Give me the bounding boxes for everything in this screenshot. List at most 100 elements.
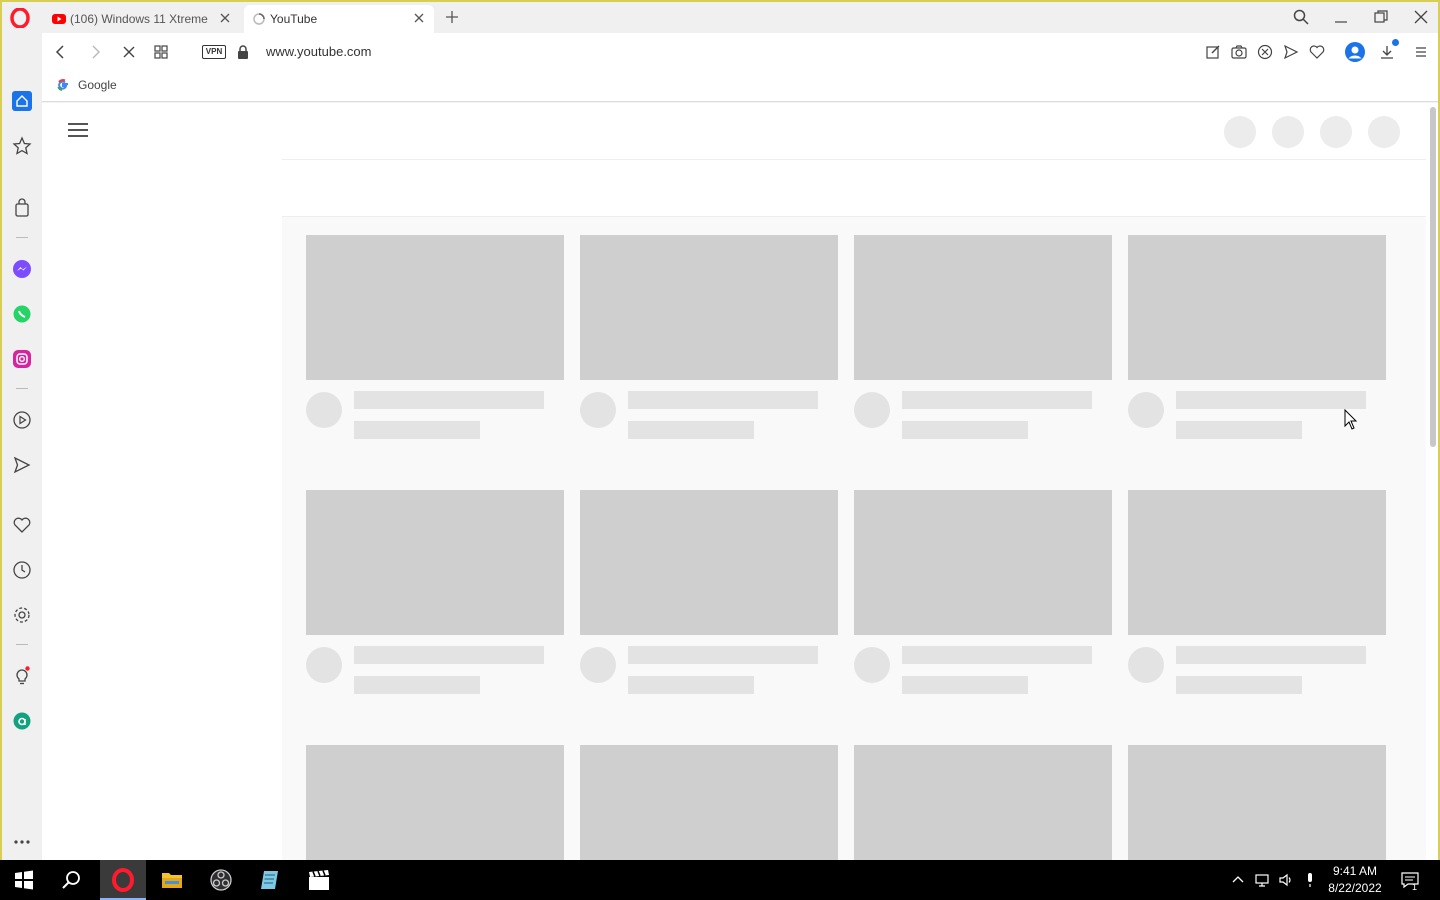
minimize-icon[interactable] <box>1332 8 1350 26</box>
search-icon[interactable] <box>60 868 84 892</box>
skeleton-avatar <box>854 647 890 683</box>
opera-menu-icon[interactable] <box>10 8 30 28</box>
lightbulb-icon[interactable] <box>12 666 32 686</box>
address-bar: VPN www.youtube.com <box>42 33 1438 71</box>
home-icon[interactable] <box>12 91 32 111</box>
messenger-icon[interactable] <box>12 259 32 279</box>
chips-bar-divider <box>282 159 1426 160</box>
skeleton-thumbnail <box>306 745 564 862</box>
edit-icon[interactable] <box>1204 43 1222 61</box>
notification-count: 1 <box>1412 882 1418 892</box>
skeleton-meta <box>1176 676 1302 694</box>
skeleton-thumbnail <box>1128 490 1386 635</box>
skeleton-title <box>354 646 544 664</box>
skeleton-avatar <box>580 647 616 683</box>
star-icon[interactable] <box>12 136 32 156</box>
heart-icon[interactable] <box>12 515 32 535</box>
skeleton-thumbnail <box>854 235 1112 380</box>
shopping-bag-icon[interactable] <box>12 198 32 218</box>
tab-strip: (106) Windows 11 Xtreme YouTube <box>2 2 1438 33</box>
skeleton-thumbnail <box>580 745 838 862</box>
block-icon[interactable] <box>1256 43 1274 61</box>
account-icon[interactable] <box>1344 41 1366 63</box>
bookmark-label: Google <box>78 78 117 92</box>
skeleton-thumbnail <box>306 490 564 635</box>
skeleton-meta <box>354 421 480 439</box>
skeleton-header-button <box>1272 116 1304 148</box>
skeleton-meta <box>902 421 1028 439</box>
tab-close-icon[interactable] <box>412 11 426 25</box>
skeleton-header-button <box>1368 116 1400 148</box>
clapperboard-icon[interactable] <box>307 868 331 892</box>
skeleton-thumbnail <box>1128 745 1386 862</box>
notepad-icon[interactable] <box>258 868 282 892</box>
page-scrollbar[interactable] <box>1430 107 1436 447</box>
player-icon[interactable] <box>12 410 32 430</box>
volume-icon[interactable] <box>1278 872 1294 888</box>
clock-time: 9:41 AM <box>1332 864 1378 878</box>
tab-close-icon[interactable] <box>218 11 232 25</box>
more-icon[interactable] <box>12 832 32 852</box>
aria-icon[interactable] <box>12 711 32 731</box>
google-icon <box>57 79 68 91</box>
opera-icon[interactable] <box>111 868 135 892</box>
skeleton-avatar <box>306 392 342 428</box>
sidebar-separator <box>16 644 28 645</box>
skeleton-title <box>1176 391 1366 409</box>
browser-window: (106) Windows 11 Xtreme YouTube VPN www.… <box>0 0 1440 900</box>
skeleton-title <box>902 646 1092 664</box>
opera-sidebar <box>2 33 42 862</box>
restore-icon[interactable] <box>1372 8 1390 26</box>
tab-windows-11-xtreme[interactable]: (106) Windows 11 Xtreme <box>44 5 240 33</box>
tab-youtube[interactable]: YouTube <box>244 5 434 33</box>
send-icon[interactable] <box>1282 43 1300 61</box>
menu-icon[interactable] <box>1412 43 1430 61</box>
whatsapp-icon[interactable] <box>12 304 32 324</box>
skeleton-meta <box>628 421 754 439</box>
search-tabs-icon[interactable] <box>1292 8 1310 26</box>
skeleton-title <box>628 391 818 409</box>
close-window-icon[interactable] <box>1412 8 1430 26</box>
send-icon[interactable] <box>12 455 32 475</box>
vpn-badge[interactable]: VPN <box>202 45 226 59</box>
skeleton-title <box>902 391 1092 409</box>
lock-icon[interactable] <box>234 43 252 61</box>
skeleton-thumbnail <box>306 235 564 380</box>
sidebar-separator <box>16 388 28 389</box>
instagram-icon[interactable] <box>12 349 32 369</box>
obs-icon[interactable] <box>209 868 233 892</box>
loading-spinner-icon <box>253 13 265 25</box>
heart-icon[interactable] <box>1308 43 1326 61</box>
taskbar-clock[interactable]: 9:41 AM 8/22/2022 <box>1318 863 1392 897</box>
skeleton-header-button <box>1224 116 1256 148</box>
new-tab-plus-icon[interactable] <box>444 9 460 25</box>
bookmarks-bar: Google <box>42 71 1438 102</box>
forward-icon[interactable] <box>86 43 104 61</box>
speed-dial-icon[interactable] <box>152 43 170 61</box>
windows-taskbar: 9:41 AM 8/22/2022 1 <box>0 860 1440 900</box>
mouse-cursor-icon <box>1344 409 1358 430</box>
skeleton-avatar <box>1128 647 1164 683</box>
settings-icon[interactable] <box>12 605 32 625</box>
skeleton-thumbnail <box>1128 235 1386 380</box>
skeleton-avatar <box>854 392 890 428</box>
bookmark-google[interactable]: Google <box>56 78 117 92</box>
tab-title: (106) Windows 11 Xtreme <box>70 12 208 26</box>
skeleton-thumbnail <box>580 235 838 380</box>
windows-start-icon[interactable] <box>12 868 36 892</box>
camera-icon[interactable] <box>1230 43 1248 61</box>
skeleton-avatar <box>306 647 342 683</box>
back-icon[interactable] <box>52 43 70 61</box>
history-icon[interactable] <box>12 560 32 580</box>
hamburger-menu-icon[interactable] <box>68 123 88 139</box>
skeleton-meta <box>354 676 480 694</box>
chevron-up-icon[interactable] <box>1230 872 1246 888</box>
skeleton-thumbnail <box>854 490 1112 635</box>
skeleton-meta <box>628 676 754 694</box>
url-field[interactable]: www.youtube.com <box>266 44 372 59</box>
skeleton-title <box>1176 646 1366 664</box>
microphone-icon[interactable] <box>1302 872 1318 888</box>
network-icon[interactable] <box>1254 872 1270 888</box>
stop-loading-icon[interactable] <box>120 43 138 61</box>
file-explorer-icon[interactable] <box>160 868 184 892</box>
